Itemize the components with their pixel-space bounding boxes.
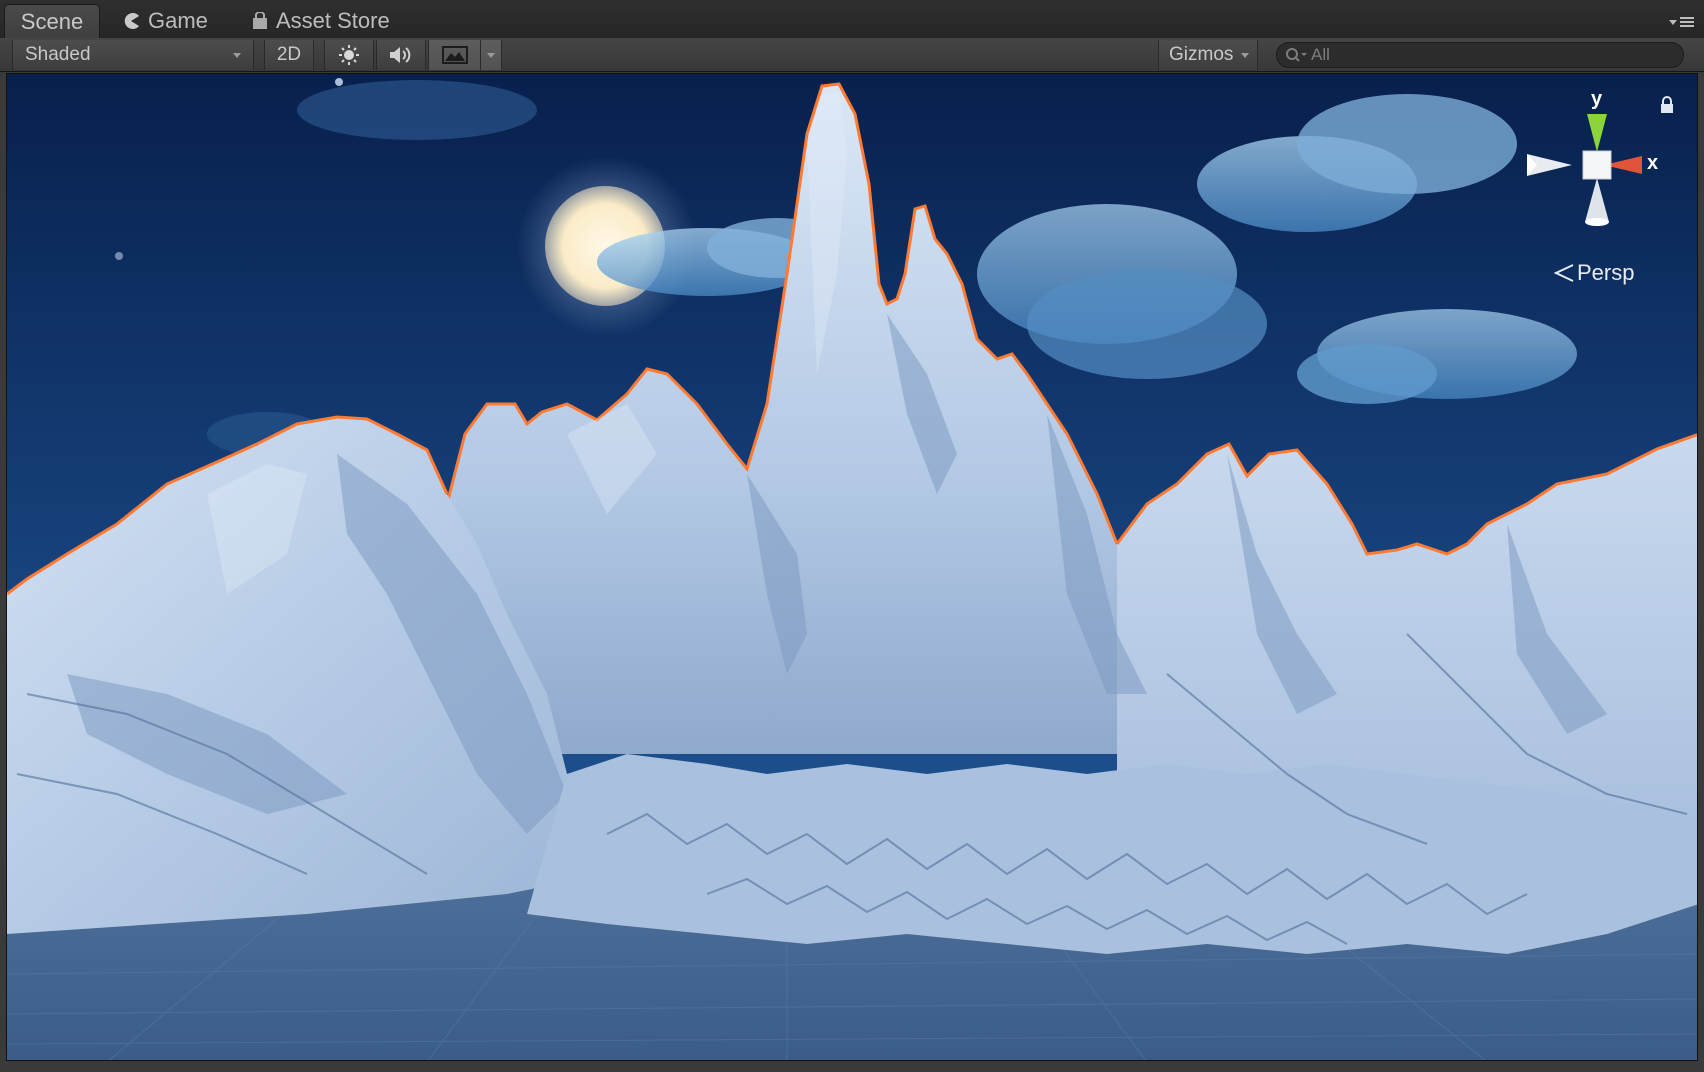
- tab-game-label: Game: [148, 8, 208, 33]
- render-mode-label: Shaded: [25, 44, 91, 65]
- tab-options-menu[interactable]: [1666, 14, 1694, 30]
- scene-viewport[interactable]: y x Persp: [6, 73, 1698, 1061]
- hamburger-icon: [1680, 17, 1694, 27]
- hierarchy-search: [1276, 42, 1684, 68]
- shopping-bag-icon: [252, 12, 268, 30]
- scene-audio-toggle[interactable]: [376, 40, 426, 70]
- gizmo-center-cube: [1582, 150, 1612, 180]
- search-icon: [1286, 48, 1307, 62]
- perspective-icon: [1553, 264, 1574, 282]
- render-mode-dropdown[interactable]: Shaded: [12, 40, 254, 70]
- tab-scene[interactable]: Scene: [4, 4, 100, 38]
- scene-view-window: Scene Game Asset Store Shaded 2D Gizmos …: [0, 0, 1704, 1072]
- sun-icon: [339, 45, 359, 65]
- scene-effects-dropdown[interactable]: [480, 40, 502, 70]
- image-icon: [441, 46, 468, 64]
- scene-effects-toggle[interactable]: [428, 40, 480, 70]
- bottom-edge: [0, 1061, 1704, 1072]
- tab-asset-store[interactable]: Asset Store: [238, 4, 404, 38]
- scene-toolbar: Shaded 2D Gizmos All: [0, 38, 1704, 72]
- scene-lighting-toggle[interactable]: [324, 40, 374, 70]
- chevron-down-icon: [487, 52, 495, 58]
- projection-label: Persp: [1577, 260, 1635, 285]
- gizmo-y-label: y: [1591, 88, 1603, 110]
- gizmos-dropdown[interactable]: Gizmos: [1158, 40, 1258, 70]
- toggle-2d-label: 2D: [276, 44, 302, 65]
- dropdown-arrow-icon: [1669, 19, 1677, 25]
- pacman-icon: [122, 12, 140, 30]
- speaker-icon: [390, 47, 411, 63]
- projection-toggle[interactable]: Persp: [1553, 260, 1634, 286]
- terrain-scene: [7, 74, 1697, 1060]
- tab-scene-label: Scene: [20, 8, 84, 34]
- gizmos-label: Gizmos: [1169, 44, 1234, 65]
- neg-y-axis-cone: [1585, 178, 1609, 222]
- tab-asset-store-label: Asset Store: [276, 8, 390, 33]
- tab-bar: Scene Game Asset Store: [0, 0, 1704, 39]
- toggle-2d-button[interactable]: 2D: [264, 40, 314, 70]
- search-input[interactable]: [1307, 45, 1671, 65]
- tab-game[interactable]: Game: [108, 4, 222, 38]
- y-axis-cone: [1587, 114, 1607, 152]
- gizmo-x-label: x: [1647, 152, 1659, 174]
- chevron-down-icon: [233, 52, 241, 58]
- chevron-down-icon: [1241, 52, 1249, 58]
